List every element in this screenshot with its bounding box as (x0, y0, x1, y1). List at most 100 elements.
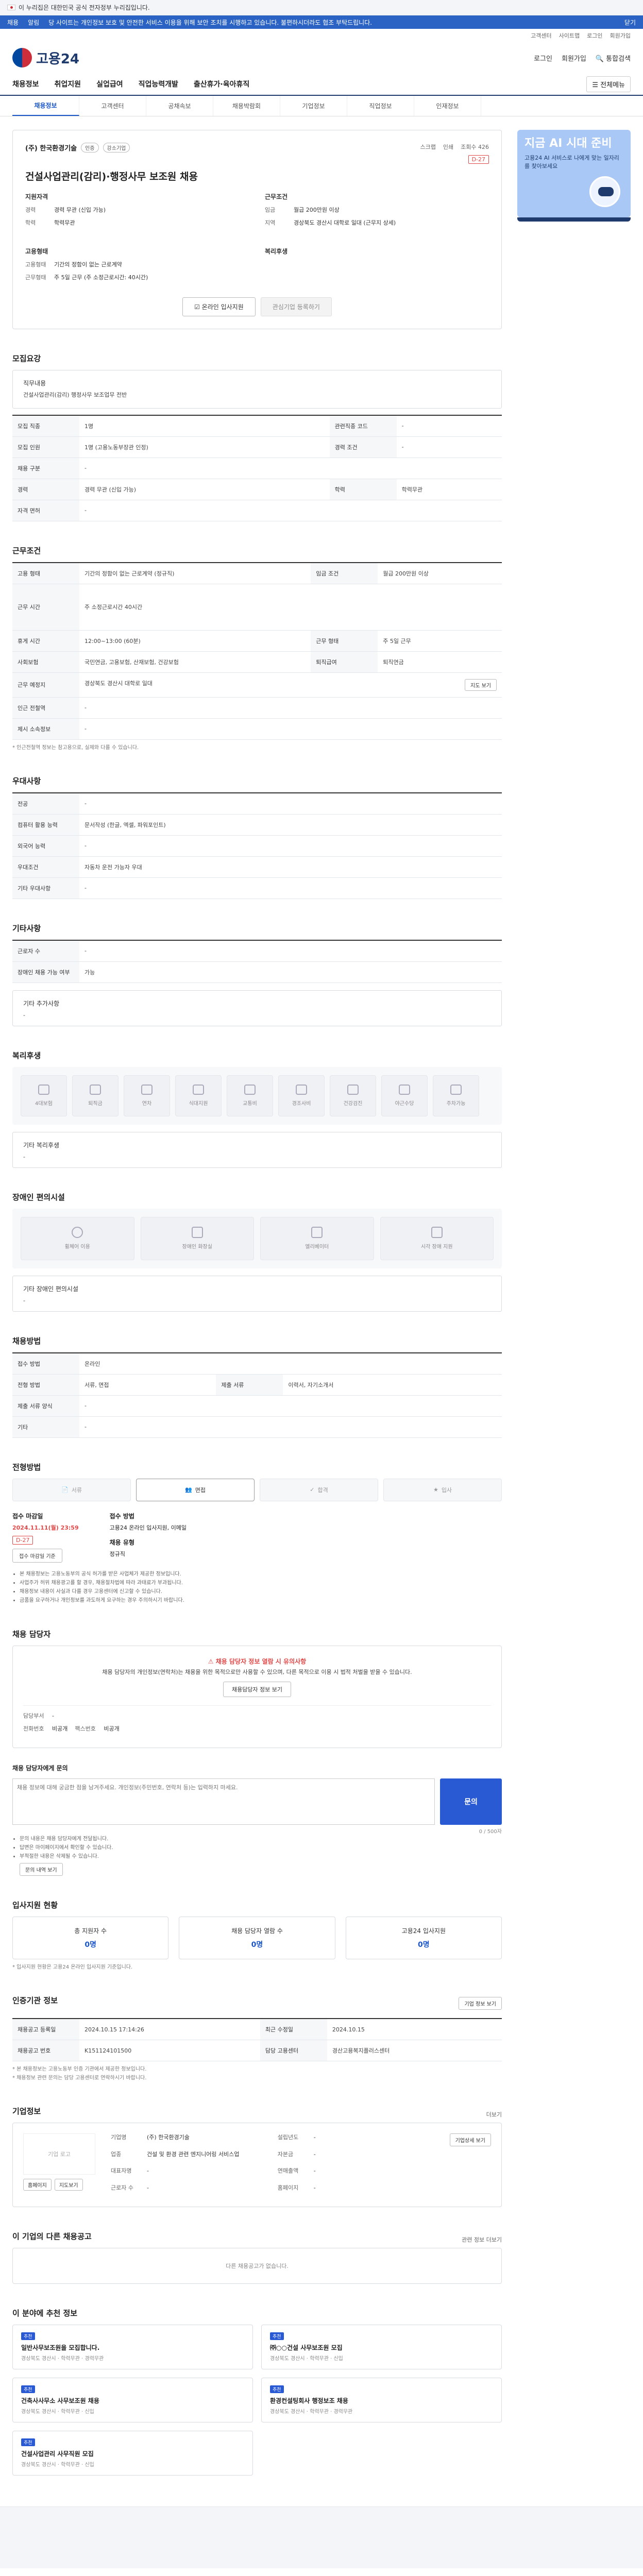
recruit-section: 모집요강 직무내용 건설사업관리(감리) 행정사무 보조업무 전반 모집 직종 1… (12, 353, 502, 521)
subtab[interactable]: 채용박람회 (213, 96, 280, 116)
th: 근로자 수 (12, 940, 79, 962)
note-item: 금품을 요구하거나 개인정보를 과도하게 요구하는 경우 주의하시기 바랍니다. (20, 1596, 502, 1605)
recommend-card[interactable]: 추천 건설사업관리 사무직원 모집 경상북도 경산시 · 학력무관 · 신입 (12, 2431, 253, 2476)
notice-tab[interactable]: 채용 (7, 18, 19, 27)
td: - (79, 940, 502, 962)
process-steps: 📄 서류 👥 면접 ✓ 합격 ★ 입사 (12, 1478, 502, 1501)
stats-note: * 입사지원 현황은 고용24 온라인 입사지원 기준입니다. (12, 1964, 133, 1971)
nav-item[interactable]: 취업지원 (55, 79, 81, 89)
subtab[interactable]: 기업정보 (280, 96, 347, 116)
section-title: 전형방법 (12, 1462, 41, 1472)
notice-tab[interactable]: 알림 (28, 18, 39, 27)
how-label: 접수 방법 (109, 1512, 134, 1520)
td: 자동차 운전 가능자 우대 (79, 856, 502, 878)
welfare-label: 교통비 (243, 1101, 257, 1107)
kv-key: 팩스번호 (75, 1725, 96, 1732)
side-banner[interactable]: 지금 AI 시대 준비 고용24 AI 서비스로 나에게 맞는 일자리를 찾아보… (517, 130, 631, 2476)
nav-item[interactable]: 채용정보 (12, 79, 39, 89)
facility-card: 엘리베이터 (260, 1216, 374, 1260)
td: - (79, 500, 502, 521)
registration-section: 인증기관 정보 기업 정보 보기 채용공고 등록일 2024.10.15 17:1… (12, 1995, 502, 2082)
company-name[interactable]: (주) 한국환경기술 (25, 143, 77, 152)
rec-title: 건설사업관리 사무직원 모집 (21, 2450, 94, 2458)
util-link[interactable]: 사이트맵 (559, 31, 580, 40)
subtab[interactable]: 인재정보 (414, 96, 481, 116)
elevator-icon (311, 1227, 323, 1239)
subtab[interactable]: 직업정보 (347, 96, 414, 116)
notice-marquee[interactable]: 당 사이트는 개인정보 보호 및 안전한 서비스 이용을 위해 보안 조치를 시… (48, 18, 372, 27)
welfare-label: 퇴직금 (88, 1101, 103, 1107)
recommend-card[interactable]: 추천 건축사사무소 사무보조원 채용 경상북도 경산시 · 학력무관 · 신입 (12, 2378, 253, 2423)
table-row: 채용 구분 - (12, 457, 502, 479)
util-link[interactable]: 로그인 (587, 31, 602, 40)
subtab[interactable]: 공채속보 (146, 96, 213, 116)
recommend-card[interactable]: 추천 일반사무보조원을 모집합니다. 경상북도 경산시 · 학력무관 · 경력무관 (12, 2325, 253, 2370)
company-detail-button[interactable]: 기업상세 보기 (449, 2133, 491, 2147)
util-link[interactable]: 회원가입 (610, 31, 631, 40)
th: 임금 조건 (311, 562, 378, 584)
inquiry-submit-button[interactable]: 문의 (440, 1778, 502, 1825)
rec-meta: 경상북도 경산시 · 학력무관 · 신입 (21, 2409, 94, 2415)
th: 모집 인원 (12, 436, 79, 458)
deadline-basis-button[interactable]: 접수 마감일 기준 (12, 1548, 62, 1563)
subtab[interactable]: 채용정보 (12, 96, 79, 116)
kv-value: 월급 200만원 이상 (294, 207, 340, 213)
robot-icon (589, 176, 620, 207)
welfare-label: 건강검진 (343, 1101, 363, 1107)
company-more-link[interactable]: 더보기 (486, 2110, 502, 2119)
company-map-button[interactable]: 지도보기 (54, 2179, 83, 2191)
inquiry-textarea[interactable] (12, 1778, 435, 1825)
util-link[interactable]: 고객센터 (531, 31, 551, 40)
taegeuk-logo-icon (12, 48, 32, 67)
th: 채용공고 번호 (12, 2040, 79, 2062)
condition-note: * 인근전철역 정보는 참고용으로, 실제와 다를 수 있습니다. (12, 744, 139, 751)
kv-key: 경력 (25, 207, 36, 213)
login-link[interactable]: 로그인 (534, 53, 552, 63)
stat-value: 0명 (251, 1941, 263, 1950)
kv-key: 설립년도 (277, 2134, 299, 2141)
contact-warning-text: 채용 담당자 정보 열람 시 유의사항 (215, 1657, 307, 1665)
table-row: 외국어 능력 - (12, 835, 502, 857)
table-row: 모집 인원 1명 (고용노동부장관 인정) 경력 조건 - (12, 436, 502, 458)
signup-link[interactable]: 회원가입 (562, 53, 586, 63)
banner-footer-bar (517, 217, 631, 222)
company-info-button[interactable]: 기업 정보 보기 (459, 1997, 502, 2010)
recommend-card[interactable]: 추천 ㈜○○건설 사무보조원 모집 경상북도 경산시 · 학력무관 · 신입 (261, 2325, 502, 2370)
nav-item[interactable]: 직업능력개발 (139, 79, 178, 89)
inquiry-history-button[interactable]: 문의 내역 보기 (20, 1863, 63, 1876)
section-title: 근무조건 (12, 546, 41, 555)
print-button[interactable]: 인쇄 (443, 143, 453, 151)
kv-key: 임금 (265, 207, 276, 213)
notice-close-button[interactable]: 닫기 (624, 18, 636, 27)
reg-note: * 본 채용정보는 고용노동부 인증 기관에서 제공한 정보입니다. (12, 2066, 147, 2073)
site-logo[interactable]: 고용24 (12, 48, 79, 67)
all-menu-button[interactable]: ☰ 전체메뉴 (586, 76, 631, 92)
process-step: 📄 서류 (12, 1478, 131, 1501)
qualification-heading: 지원자격 (25, 193, 48, 200)
site-footer (0, 2506, 643, 2569)
scrap-button[interactable]: 스크랩 (420, 143, 436, 151)
subtab[interactable]: 고객센터 (79, 96, 146, 116)
severance-icon (90, 1084, 101, 1095)
map-button[interactable]: 지도 보기 (465, 679, 497, 691)
th: 채용공고 등록일 (12, 2019, 79, 2041)
duty-label: 직무내용 (23, 380, 46, 387)
interest-company-button[interactable]: 관심기업 등록하기 (260, 297, 332, 316)
apply-online-button[interactable]: ☑ 온라인 입사지원 (182, 297, 256, 316)
search-link[interactable]: 🔍 통합검색 (596, 53, 631, 63)
nav-item[interactable]: 실업급여 (96, 79, 123, 89)
welfare-card: 주차가능 (433, 1075, 479, 1116)
view-contact-button[interactable]: 채용담당자 정보 보기 (223, 1682, 292, 1698)
step-label: 서류 (71, 1486, 82, 1494)
th: 전형 방법 (12, 1374, 79, 1396)
welfare-icon-grid: 4대보험 퇴직금 연차 식대지원 교통비 경조사비 건강검진 야근수당 주차가능 (12, 1066, 502, 1125)
process-section: 전형방법 📄 서류 👥 면접 ✓ 합격 ★ 입사 접수 마감일 2024.11.… (12, 1462, 502, 1605)
kv-value: 경력 무관 (신입 가능) (54, 207, 106, 213)
nav-item[interactable]: 출산휴가·육아휴직 (194, 79, 249, 89)
homepage-button[interactable]: 홈페이지 (23, 2179, 52, 2191)
recommend-card[interactable]: 추천 환경컨설팅회사 행정보조 채용 경상북도 경산시 · 학력무관 · 경력무관 (261, 2378, 502, 2423)
ai-banner[interactable]: 지금 AI 시대 준비 고용24 AI 서비스로 나에게 맞는 일자리를 찾아보… (517, 130, 631, 217)
other-jobs-more-link[interactable]: 관련 정보 더보기 (462, 2235, 502, 2244)
th: 근무 형태 (311, 630, 378, 652)
kv-key: 업종 (111, 2150, 122, 2158)
